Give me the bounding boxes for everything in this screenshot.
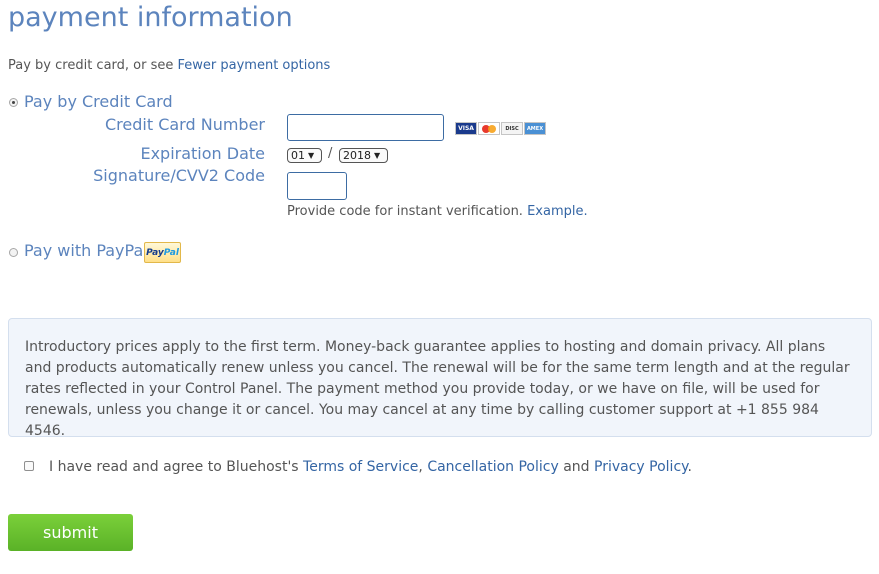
agree-terms-checkbox[interactable]	[24, 461, 34, 471]
accepted-cards: VISA DISC AMEX	[455, 122, 546, 135]
privacy-policy-link[interactable]: Privacy Policy	[594, 459, 687, 475]
credit-card-radio[interactable]	[9, 98, 18, 107]
cvv-hint-text: Provide code for instant verification.	[287, 204, 523, 219]
card-number-label: Credit Card Number	[105, 115, 265, 134]
page-title: payment information	[8, 2, 293, 33]
renewal-notice: Introductory prices apply to the first t…	[8, 318, 872, 439]
date-separator: /	[328, 146, 333, 161]
credit-card-option-label[interactable]: Pay by Credit Card	[24, 92, 173, 111]
paypal-logo: Pay Pal	[144, 242, 181, 263]
subtitle-text: Pay by credit card, or see	[8, 58, 174, 73]
payment-page: payment information Pay by credit card, …	[0, 0, 879, 574]
paypal-option-label[interactable]: Pay with PayPal	[24, 241, 148, 260]
cvv-input[interactable]	[287, 172, 347, 200]
submit-button[interactable]: submit	[8, 514, 133, 551]
chevron-down-icon: ▼	[374, 151, 381, 160]
agreement-text: I have read and agree to Bluehost's Term…	[49, 459, 692, 475]
expiration-year-select[interactable]: 2018 ▼	[339, 148, 388, 163]
visa-card-icon: VISA	[455, 122, 477, 135]
chevron-down-icon: ▼	[308, 151, 315, 160]
discover-card-icon: DISC	[501, 122, 523, 135]
card-number-input[interactable]	[287, 114, 444, 141]
cvv-label: Signature/CVV2 Code	[93, 166, 265, 185]
fewer-payment-options-link[interactable]: Fewer payment options	[178, 58, 331, 73]
paypal-radio[interactable]	[9, 248, 18, 257]
cvv-hint: Provide code for instant verification. E…	[287, 204, 588, 219]
expiration-date-label: Expiration Date	[140, 144, 265, 163]
renewal-notice-text: Introductory prices apply to the first t…	[25, 339, 850, 439]
expiration-month-select[interactable]: 01 ▼	[287, 148, 322, 163]
terms-of-service-link[interactable]: Terms of Service	[303, 459, 418, 475]
mastercard-icon	[478, 122, 500, 135]
payment-options-line: Pay by credit card, or see Fewer payment…	[8, 58, 330, 73]
amex-card-icon: AMEX	[524, 122, 546, 135]
cancellation-policy-link[interactable]: Cancellation Policy	[427, 459, 558, 475]
cvv-example-link[interactable]: Example.	[527, 204, 588, 219]
